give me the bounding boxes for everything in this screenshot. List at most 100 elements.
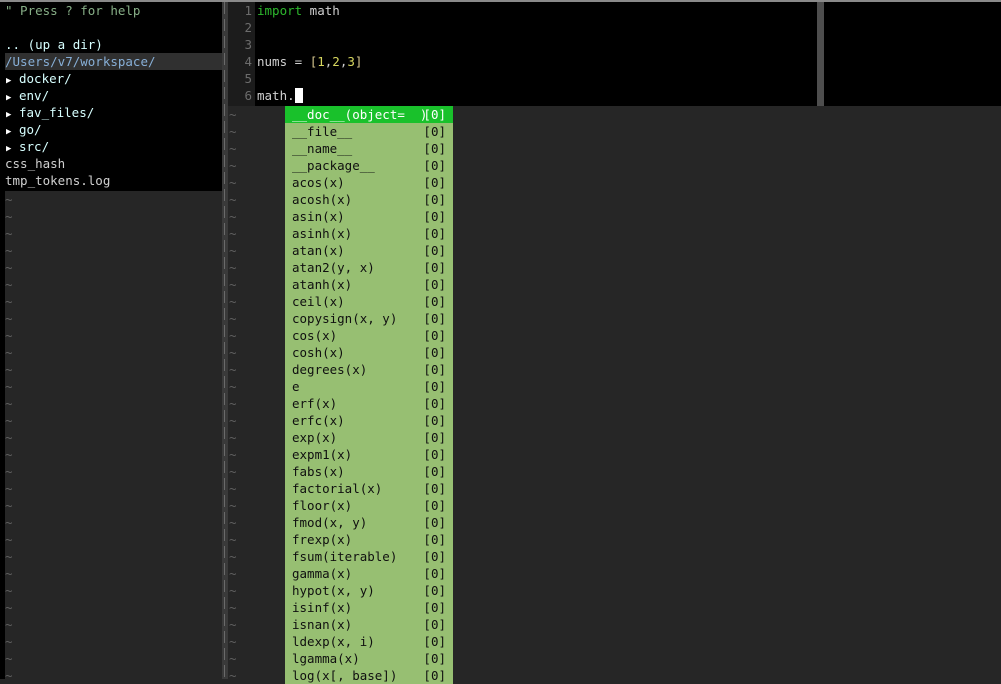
completion-kind: [0] [423, 277, 446, 292]
completion-item[interactable]: exp(x) [0] [285, 429, 453, 446]
completion-item[interactable]: __file__ [0] [285, 123, 453, 140]
completion-word: atanh(x) [292, 277, 353, 292]
empty-line-tilde: ~ [5, 192, 13, 207]
completion-item[interactable]: frexp(x) [0] [285, 531, 453, 548]
empty-line-tilde: ~ [5, 209, 13, 224]
completion-item[interactable]: atanh(x) [0] [285, 276, 453, 293]
completion-word: asin(x) [292, 209, 345, 224]
up-dir-link[interactable]: .. (up a dir) [5, 36, 222, 53]
completion-kind: [0] [423, 328, 446, 343]
completion-item[interactable]: fabs(x) [0] [285, 463, 453, 480]
empty-line-tilde: ~ [5, 243, 13, 258]
code-area[interactable]: 123456 import math nums = [1,2,3] math. [228, 2, 1001, 106]
tree-dir-item[interactable]: ▶ src/ [5, 138, 222, 155]
completion-item[interactable]: log(x[, base]) [0] [285, 667, 453, 684]
file-tree-pane[interactable]: " Press ? for help .. (up a dir) /Users/… [5, 2, 222, 683]
completion-kind: [0] [423, 345, 446, 360]
completion-kind: [0] [423, 617, 446, 632]
tree-dir-item[interactable]: ▶ go/ [5, 121, 222, 138]
empty-line-tilde: ~ [5, 617, 13, 632]
tree-item-name: css_hash [5, 156, 66, 171]
empty-line-tilde: ~ [229, 498, 237, 513]
completion-item[interactable]: asinh(x) [0] [285, 225, 453, 242]
tree-file-item[interactable]: tmp_tokens.log [5, 172, 222, 189]
completion-item[interactable]: fsum(iterable) [0] [285, 548, 453, 565]
completion-item-selected[interactable]: __doc__(object= ) [0] [285, 106, 453, 123]
completion-item[interactable]: isinf(x) [0] [285, 599, 453, 616]
empty-line-tilde: ~ [5, 294, 13, 309]
completion-word: isinf(x) [292, 600, 353, 615]
empty-line-tilde: ~ [229, 379, 237, 394]
completion-item[interactable]: expm1(x) [0] [285, 446, 453, 463]
completion-popup[interactable]: __doc__(object= ) [0] __file__ [0] __name__[… [285, 106, 453, 684]
completion-item[interactable]: ldexp(x, i) [0] [285, 633, 453, 650]
completion-word: acos(x) [292, 175, 345, 190]
tree-file-item[interactable]: css_hash [5, 155, 222, 172]
completion-item[interactable]: asin(x) [0] [285, 208, 453, 225]
completion-item[interactable]: degrees(x) [0] [285, 361, 453, 378]
completion-item[interactable]: e [0] [285, 378, 453, 395]
empty-line-tilde: ~ [5, 651, 13, 666]
completion-item[interactable]: copysign(x, y) [0] [285, 310, 453, 327]
empty-line-tilde: ~ [229, 566, 237, 581]
completion-item[interactable]: gamma(x) [0] [285, 565, 453, 582]
completion-kind: [0] [423, 634, 446, 649]
math-attribute-access: math. [257, 88, 295, 103]
completion-kind: [0] [423, 532, 446, 547]
assignment-lhs: nums = [257, 54, 310, 69]
completion-kind: [0] [423, 651, 446, 666]
completion-item[interactable]: hypot(x, y) [0] [285, 582, 453, 599]
code-line-6[interactable]: math. [257, 87, 362, 104]
code-lines[interactable]: import math nums = [1,2,3] math. [257, 2, 362, 104]
empty-line-tilde: ~ [229, 532, 237, 547]
completion-item[interactable]: erf(x) [0] [285, 395, 453, 412]
completion-kind: [0] [423, 379, 446, 394]
tree-dir-item[interactable]: ▶ fav_files/ [5, 104, 222, 121]
completion-word: isnan(x) [292, 617, 353, 632]
tree-dir-item[interactable]: ▶ docker/ [5, 70, 222, 87]
empty-line-tilde: ~ [5, 481, 13, 496]
empty-line-tilde: ~ [229, 634, 237, 649]
completion-item[interactable]: atan2(y, x) [0] [285, 259, 453, 276]
current-directory[interactable]: /Users/v7/workspace/ [5, 53, 222, 70]
empty-line-tilde: ~ [5, 566, 13, 581]
code-line-4[interactable]: nums = [1,2,3] [257, 53, 362, 70]
completion-item[interactable]: acos(x) [0] [285, 174, 453, 191]
completion-item[interactable]: __package__ [0] [285, 157, 453, 174]
completion-kind: [0] [423, 311, 446, 326]
completion-item[interactable]: cos(x) [0] [285, 327, 453, 344]
completion-kind: [0] [423, 566, 446, 581]
empty-line-tilde: ~ [229, 430, 237, 445]
completion-item[interactable]: fmod(x, y) [0] [285, 514, 453, 531]
completion-item[interactable]: acosh(x) [0] [285, 191, 453, 208]
code-line-2[interactable] [257, 19, 362, 36]
code-line-5[interactable] [257, 70, 362, 87]
completion-kind: [0] [423, 447, 446, 462]
completion-item[interactable]: lgamma(x) [0] [285, 650, 453, 667]
empty-line-tilde: ~ [229, 515, 237, 530]
completion-item[interactable]: factorial(x) [0] [285, 480, 453, 497]
empty-line-tilde: ~ [5, 447, 13, 462]
code-line-1[interactable]: import math [257, 2, 362, 19]
completion-item[interactable]: isnan(x) [0] [285, 616, 453, 633]
tree-item-name: src/ [19, 139, 50, 154]
completion-item[interactable]: erfc(x) [0] [285, 412, 453, 429]
tree-dir-item[interactable]: ▶ env/ [5, 87, 222, 104]
completion-item[interactable]: cosh(x) [0] [285, 344, 453, 361]
empty-line-tilde: ~ [229, 192, 237, 207]
tree-item-name: fav_files/ [19, 105, 95, 120]
completion-word: __doc__(object= ) [292, 107, 428, 122]
empty-line-tilde: ~ [5, 430, 13, 445]
completion-kind: [0] [423, 158, 446, 173]
completion-word: __file__ [292, 124, 353, 139]
code-line-3[interactable] [257, 36, 362, 53]
completion-item[interactable]: __name__ [0] [285, 140, 453, 157]
completion-word: asinh(x) [292, 226, 353, 241]
completion-item[interactable]: atan(x) [0] [285, 242, 453, 259]
empty-line-tilde: ~ [5, 396, 13, 411]
completion-item[interactable]: ceil(x) [0] [285, 293, 453, 310]
completion-word: __name__ [292, 141, 353, 156]
tree-item-name: go/ [19, 122, 42, 137]
empty-line-tilde: ~ [229, 243, 237, 258]
completion-item[interactable]: floor(x) [0] [285, 497, 453, 514]
